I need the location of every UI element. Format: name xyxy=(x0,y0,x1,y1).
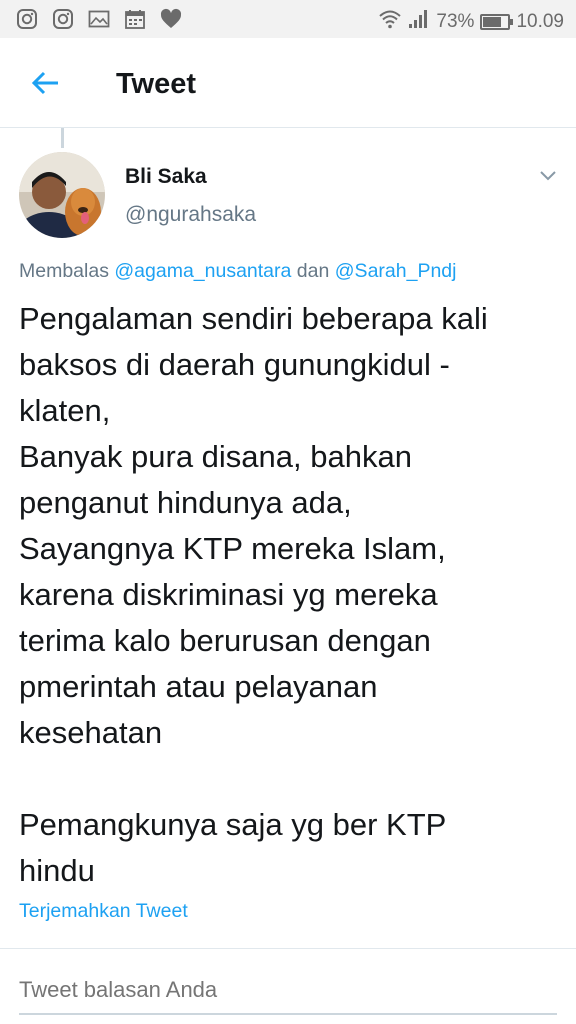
tweet-text-line: klaten, xyxy=(19,393,111,428)
battery-level xyxy=(483,17,501,27)
reply-prefix: Membalas xyxy=(19,260,109,282)
divider xyxy=(0,948,576,949)
tweet-text-line: pmerintah atau pelayanan xyxy=(19,669,378,704)
tweet-text-line: Banyak pura disana, bahkan xyxy=(19,439,412,474)
system-status: 73% 10.09 xyxy=(378,8,564,36)
reply-context: Membalas @agama_nusantara dan @Sarah_Pnd… xyxy=(19,260,456,283)
tweet-text-line: Pengalaman sendiri beberapa kali xyxy=(19,301,488,336)
status-bar: 73% 10.09 xyxy=(0,0,576,38)
tweet-text-line: baksos di daerah gunungkidul - xyxy=(19,347,450,382)
tweet-text-blank-line xyxy=(19,756,564,802)
translate-tweet-link[interactable]: Terjemahkan Tweet xyxy=(19,900,188,923)
arrow-left-icon xyxy=(28,71,64,104)
signal-icon xyxy=(408,9,430,35)
chevron-down-icon xyxy=(536,171,560,190)
tweet-text-line: kesehatan xyxy=(19,715,163,750)
reply-input[interactable] xyxy=(19,970,557,1010)
tweet-text-line: Sayangnya KTP mereka Islam, xyxy=(19,531,446,566)
page-title: Tweet xyxy=(116,68,197,100)
mention-link[interactable]: @Sarah_Pndj xyxy=(335,260,457,282)
heart-icon xyxy=(160,8,182,30)
image-icon xyxy=(88,8,110,30)
tweet-text-line: terima kalo berurusan dengan xyxy=(19,623,431,658)
reply-input-underline xyxy=(19,1013,557,1015)
tweet-text-line: penganut hindunya ada, xyxy=(19,485,352,520)
tweet-text-line: Pemangkunya saja yg ber KTP xyxy=(19,807,447,842)
tweet-text-line: karena diskriminasi yg mereka xyxy=(19,577,438,612)
instagram-icon xyxy=(16,8,38,30)
calendar-icon xyxy=(124,8,146,30)
thread-connector-line xyxy=(61,128,64,148)
instagram-icon xyxy=(52,8,74,30)
author-handle[interactable]: @ngurahsaka xyxy=(125,203,256,227)
tweet-text-line: hindu xyxy=(19,853,95,888)
wifi-icon xyxy=(378,8,402,36)
tweet-body: Pengalaman sendiri beberapa kali baksos d… xyxy=(19,296,564,894)
author-name[interactable]: Bli Saka xyxy=(125,165,207,189)
app-header: Tweet xyxy=(0,38,576,128)
tweet-options-button[interactable] xyxy=(536,166,560,186)
notification-icons xyxy=(16,8,182,30)
battery-percent: 73% xyxy=(436,11,475,32)
mention-link[interactable]: @agama_nusantara xyxy=(114,260,291,282)
avatar[interactable] xyxy=(19,152,105,238)
reply-joiner: dan xyxy=(296,260,330,282)
clock: 10.09 xyxy=(516,11,564,32)
battery-icon xyxy=(480,14,514,30)
back-button[interactable] xyxy=(28,66,64,100)
